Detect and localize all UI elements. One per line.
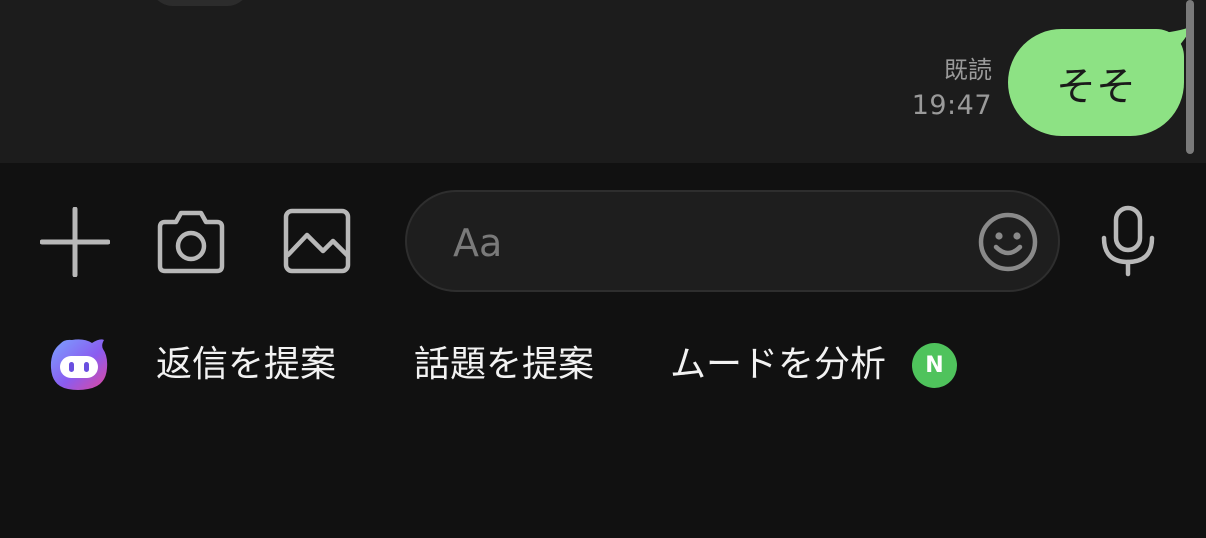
- message-meta: 既読 19:47: [912, 56, 992, 124]
- microphone-icon[interactable]: [1098, 205, 1158, 277]
- suggest-reply-button[interactable]: 返信を提案: [156, 340, 336, 390]
- analyze-mood-button[interactable]: ムードを分析: [670, 340, 886, 390]
- camera-icon[interactable]: [156, 208, 226, 276]
- message-text: そそ: [1056, 63, 1136, 110]
- incoming-message-bubble: [150, 0, 250, 6]
- plus-icon[interactable]: [40, 207, 110, 277]
- new-badge: N: [912, 343, 957, 388]
- message-time: 19:47: [911, 90, 992, 121]
- outgoing-message-bubble[interactable]: そそ: [1008, 29, 1184, 136]
- scrollbar[interactable]: [1186, 0, 1194, 154]
- image-icon[interactable]: [283, 207, 351, 275]
- message-list[interactable]: 既読 19:47 そそ: [0, 0, 1206, 163]
- suggest-topic-button[interactable]: 話題を提案: [414, 340, 594, 390]
- ai-assistant-icon[interactable]: [48, 336, 110, 394]
- emoji-icon[interactable]: [977, 211, 1039, 273]
- chat-screen: 既読 19:47 そそ Aa 返信を提案 話題を提案 ムードを分析 N: [0, 0, 1206, 538]
- message-input-field[interactable]: [405, 190, 1060, 292]
- read-receipt: 既読: [944, 56, 992, 84]
- message-input[interactable]: [451, 214, 955, 272]
